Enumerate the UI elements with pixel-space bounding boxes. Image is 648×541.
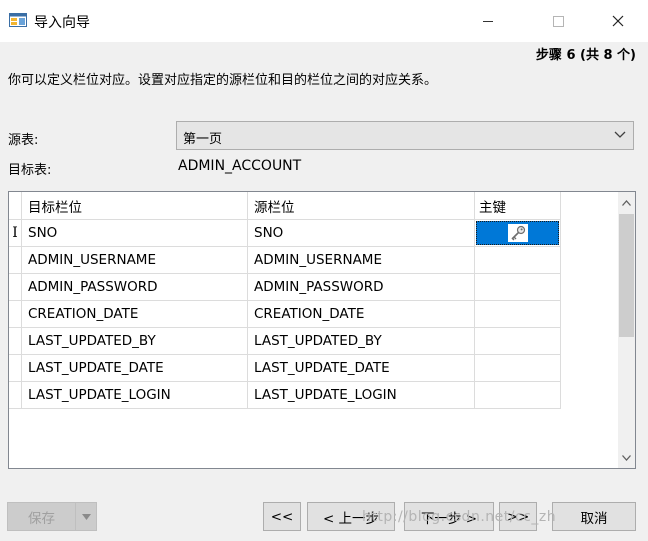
- current-row-marker: I: [9, 219, 22, 247]
- target-field-cell[interactable]: LAST_UPDATED_BY: [21, 327, 248, 355]
- source-field-cell[interactable]: SNO: [247, 219, 475, 247]
- primary-key-cell[interactable]: [474, 354, 561, 382]
- source-field-cell[interactable]: LAST_UPDATE_LOGIN: [247, 381, 475, 409]
- column-header-source-field[interactable]: 源栏位: [247, 192, 475, 220]
- key-icon: [507, 224, 528, 242]
- save-dropdown-button[interactable]: [75, 503, 96, 530]
- table-row[interactable]: I SNO SNO: [9, 219, 561, 247]
- target-field-cell[interactable]: LAST_UPDATE_LOGIN: [21, 381, 248, 409]
- maximize-icon: [552, 15, 564, 27]
- chevron-up-icon: [622, 199, 631, 206]
- scrollbar-thumb[interactable]: [619, 214, 634, 337]
- vertical-scrollbar[interactable]: [618, 192, 635, 468]
- target-table-label: 目标表:: [8, 163, 52, 178]
- watermark: http://blog.csdn.net/cc_zh: [362, 509, 557, 525]
- step-indicator: 步骤 6 (共 8 个): [535, 48, 636, 63]
- scroll-down-button[interactable]: [618, 449, 635, 466]
- minimize-icon: [482, 20, 493, 22]
- first-step-button[interactable]: <<: [263, 502, 301, 531]
- target-field-cell[interactable]: CREATION_DATE: [21, 300, 248, 328]
- title-bar: 导入向导: [0, 0, 648, 42]
- maximize-button[interactable]: [535, 0, 581, 42]
- source-field-cell[interactable]: LAST_UPDATED_BY: [247, 327, 475, 355]
- primary-key-cell[interactable]: [474, 381, 561, 409]
- target-field-cell[interactable]: ADMIN_USERNAME: [21, 246, 248, 274]
- primary-key-cell[interactable]: [474, 246, 561, 274]
- column-header-primary-key[interactable]: 主键: [474, 192, 561, 220]
- table-row[interactable]: LAST_UPDATE_DATE LAST_UPDATE_DATE: [9, 354, 561, 382]
- chevron-down-icon: [622, 454, 631, 461]
- primary-key-selected[interactable]: [476, 221, 559, 245]
- target-field-cell[interactable]: ADMIN_PASSWORD: [21, 273, 248, 301]
- table-row[interactable]: LAST_UPDATED_BY LAST_UPDATED_BY: [9, 327, 561, 355]
- chevron-down-icon: [613, 127, 627, 141]
- source-field-cell[interactable]: LAST_UPDATE_DATE: [247, 354, 475, 382]
- table-row[interactable]: LAST_UPDATE_LOGIN LAST_UPDATE_LOGIN: [9, 381, 561, 409]
- save-button[interactable]: 保存: [7, 502, 97, 531]
- source-field-cell[interactable]: ADMIN_PASSWORD: [247, 273, 475, 301]
- source-table-value: 第一页: [183, 132, 223, 147]
- target-field-cell[interactable]: LAST_UPDATE_DATE: [21, 354, 248, 382]
- import-wizard-icon: [9, 12, 27, 28]
- primary-key-cell[interactable]: [474, 300, 561, 328]
- window-title: 导入向导: [34, 15, 90, 31]
- target-field-cell[interactable]: SNO: [21, 219, 248, 247]
- primary-key-cell[interactable]: [474, 219, 561, 247]
- primary-key-cell[interactable]: [474, 327, 561, 355]
- target-table-value: ADMIN_ACCOUNT: [178, 158, 302, 174]
- source-table-select[interactable]: 第一页: [176, 121, 634, 150]
- table-row[interactable]: ADMIN_USERNAME ADMIN_USERNAME: [9, 246, 561, 274]
- row-indicator-header: [9, 192, 22, 220]
- grid-header-row: 目标栏位 源栏位 主键: [9, 192, 561, 220]
- column-header-target-field[interactable]: 目标栏位: [21, 192, 248, 220]
- cancel-button[interactable]: 取消: [552, 502, 636, 531]
- table-row[interactable]: ADMIN_PASSWORD ADMIN_PASSWORD: [9, 273, 561, 301]
- close-icon: [612, 15, 624, 27]
- scroll-up-button[interactable]: [618, 194, 635, 211]
- minimize-button[interactable]: [465, 0, 511, 42]
- source-table-label: 源表:: [8, 133, 39, 148]
- save-button-label: 保存: [28, 510, 55, 527]
- primary-key-cell[interactable]: [474, 273, 561, 301]
- dropdown-arrow-icon: [81, 513, 91, 520]
- close-button[interactable]: [595, 0, 641, 42]
- field-mapping-grid[interactable]: 目标栏位 源栏位 主键 I SNO SNO ADMIN_USERNAME ADM…: [8, 191, 636, 469]
- source-field-cell[interactable]: ADMIN_USERNAME: [247, 246, 475, 274]
- source-field-cell[interactable]: CREATION_DATE: [247, 300, 475, 328]
- table-row[interactable]: CREATION_DATE CREATION_DATE: [9, 300, 561, 328]
- step-description: 你可以定义栏位对应。设置对应指定的源栏位和目的栏位之间的对应关系。: [8, 73, 438, 88]
